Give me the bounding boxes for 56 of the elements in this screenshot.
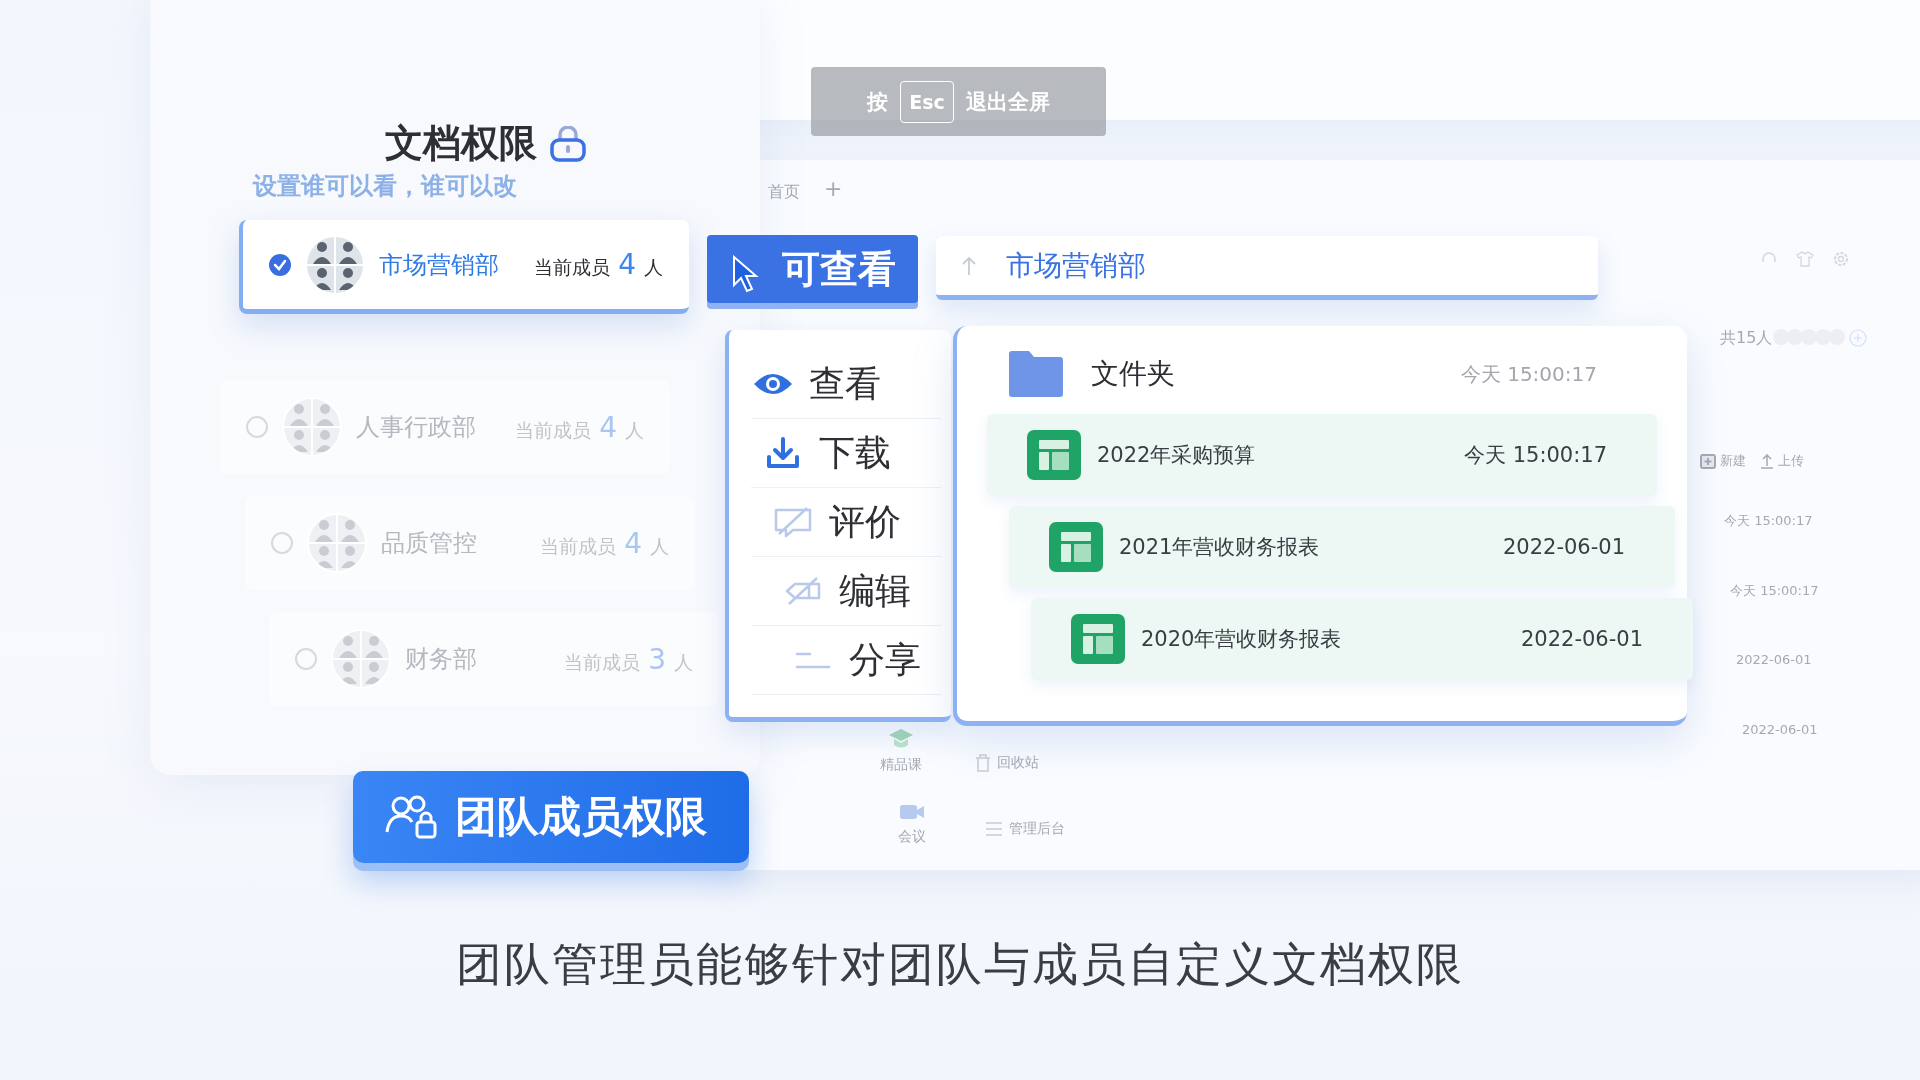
- toolbar-button[interactable]: 新建: [1720, 452, 1746, 470]
- date-text: 2022-06-01: [1736, 652, 1812, 667]
- select-circle[interactable]: [269, 253, 291, 276]
- permission-option[interactable]: 分享: [751, 626, 941, 695]
- permission-option[interactable]: 下载: [751, 419, 941, 488]
- file-row[interactable]: 2020年营收财务报表 2022-06-01: [1031, 598, 1693, 680]
- trash-icon: [975, 754, 991, 772]
- permission-option[interactable]: 评价: [751, 488, 941, 557]
- member-count: 共15人: [1720, 328, 1773, 349]
- upload-icon: [1760, 453, 1774, 469]
- file-name: 2022年采购预算: [1097, 442, 1257, 469]
- video-camera-icon: [899, 802, 925, 822]
- file-name: 2020年营收财务报表: [1141, 626, 1343, 653]
- lock-icon: [549, 125, 587, 162]
- comment-icon: [773, 506, 813, 538]
- subtitle: 设置谁可以看，谁可以改: [253, 171, 517, 202]
- download-icon: [766, 437, 800, 469]
- modified-time: 2022-06-01: [1520, 627, 1643, 651]
- list-icon: [985, 821, 1003, 837]
- folder-icon: [1007, 350, 1065, 398]
- modified-time: 2022-06-01: [1502, 535, 1625, 559]
- sidebar-item[interactable]: 会议: [898, 828, 926, 846]
- share-icon: [794, 650, 832, 670]
- team-lock-icon: [385, 794, 439, 840]
- add-tab-button[interactable]: +: [824, 176, 843, 201]
- graduation-cap-icon: [888, 728, 914, 750]
- exit-fullscreen-hint: 按 Esc 退出全屏: [811, 67, 1106, 136]
- sidebar-item[interactable]: 回收站: [997, 754, 1039, 772]
- permission-option[interactable]: 编辑: [751, 557, 941, 626]
- pencil-icon: [783, 576, 823, 606]
- modified-time: 今天 15:00:17: [1460, 360, 1597, 388]
- date-text: 今天 15:00:17: [1724, 512, 1813, 530]
- settings-icon[interactable]: [1832, 250, 1850, 268]
- toolbar-button[interactable]: 上传: [1778, 452, 1804, 470]
- spreadsheet-icon: [1027, 430, 1081, 480]
- folder-name[interactable]: 文件夹: [1091, 355, 1435, 393]
- modified-time: 今天 15:00:17: [1464, 442, 1607, 469]
- add-member-icon[interactable]: [1849, 329, 1867, 347]
- shirt-icon[interactable]: [1796, 250, 1814, 268]
- file-row[interactable]: 2022年采购预算 今天 15:00:17: [987, 414, 1657, 496]
- tab-label[interactable]: 首页: [768, 182, 800, 203]
- sidebar-item[interactable]: 精品课: [880, 756, 922, 774]
- department-item[interactable]: 市场营销部 当前成员 4 人: [239, 220, 689, 314]
- permission-option[interactable]: 查看: [751, 350, 941, 419]
- sidebar-item[interactable]: 管理后台: [1009, 820, 1065, 838]
- new-file-icon: [1700, 453, 1716, 469]
- spreadsheet-icon: [1071, 614, 1125, 664]
- title: 文档权限: [385, 120, 537, 167]
- date-text: 2022-06-01: [1742, 722, 1818, 737]
- up-arrow-icon[interactable]: [962, 255, 976, 276]
- spreadsheet-icon: [1049, 522, 1103, 572]
- caption: 团队管理员能够针对团队与成员自定义文档权限: [456, 937, 1464, 991]
- folder-path[interactable]: 市场营销部: [1006, 246, 1146, 285]
- date-text: 今天 15:00:17: [1730, 582, 1819, 600]
- file-row[interactable]: 2021年营收财务报表 2022-06-01: [1009, 506, 1675, 588]
- file-name: 2021年营收财务报表: [1119, 534, 1321, 561]
